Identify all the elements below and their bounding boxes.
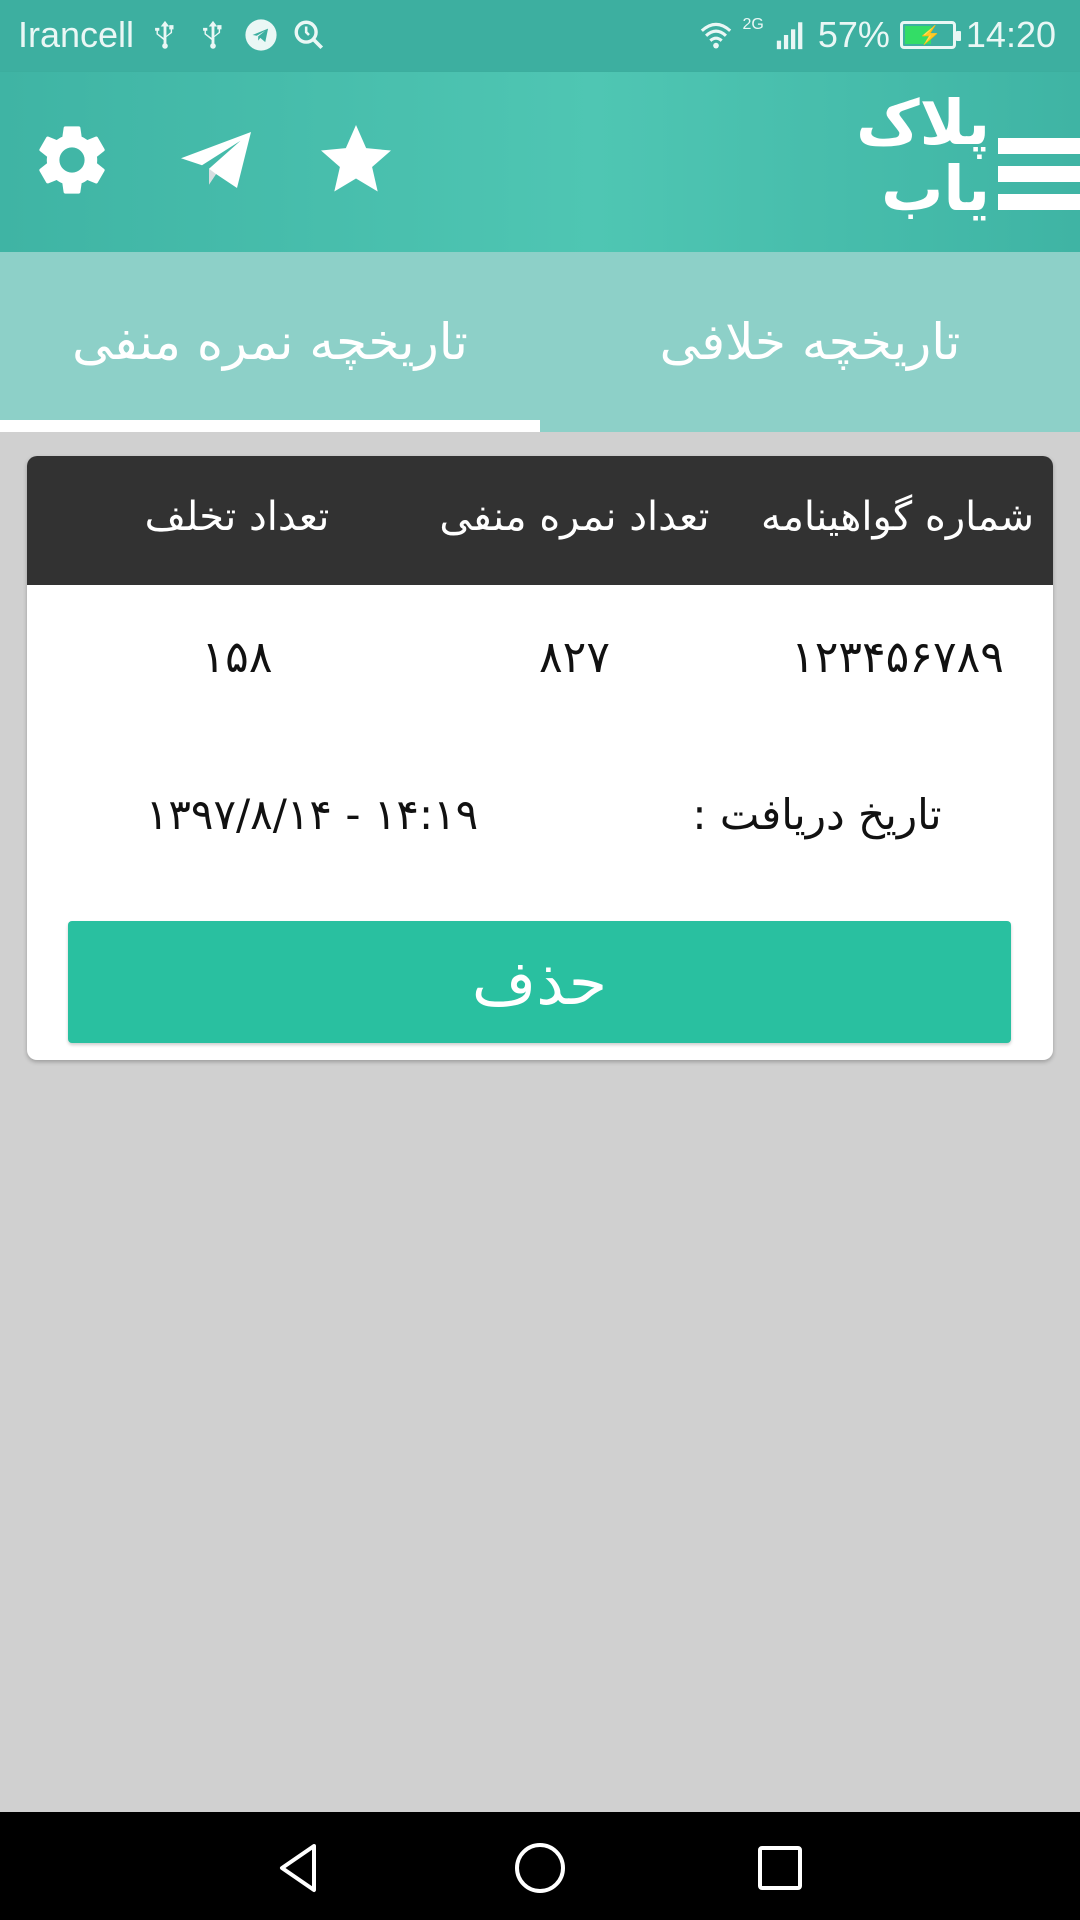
date-value: ۱۴:۱۹ - ۱۳۹۷/۸/۱۴ <box>145 790 479 839</box>
date-row: تاریخ دریافت : ۱۴:۱۹ - ۱۳۹۷/۸/۱۴ <box>27 756 1053 876</box>
network-type-label: 2G <box>742 16 764 33</box>
battery-cap <box>955 31 961 41</box>
search-icon <box>292 18 326 52</box>
battery-icon: ⚡ <box>899 21 961 49</box>
header-negative-points: تعداد نمره منفی <box>439 494 710 540</box>
status-bar-right: 2G 57% ⚡ 14:20 <box>699 14 1056 56</box>
header-license-number: شماره گواهینامه <box>761 494 1034 540</box>
hamburger-icon[interactable] <box>998 138 1080 210</box>
usb-icon <box>148 18 182 52</box>
star-icon[interactable] <box>314 118 398 202</box>
tab-label: تاریخچه خلافی <box>659 313 961 371</box>
back-icon[interactable] <box>268 1836 332 1900</box>
app-bar: پلاک یاب <box>0 72 1080 252</box>
date-label: تاریخ دریافت : <box>692 790 942 839</box>
recents-icon[interactable] <box>748 1836 812 1900</box>
status-bar-left: Irancell <box>18 14 326 56</box>
telegram-icon <box>244 18 278 52</box>
cell-violations-count: ۱۵۸ <box>201 632 273 683</box>
history-card: شماره گواهینامه تعداد نمره منفی تعداد تخ… <box>27 456 1053 1060</box>
telegram-icon[interactable] <box>174 118 258 202</box>
hamburger-line <box>998 166 1080 182</box>
carrier-label: Irancell <box>18 14 135 55</box>
tab-label: تاریخچه نمره منفی <box>72 313 468 371</box>
logo-text: پلاک یاب <box>856 86 990 225</box>
table-header: شماره گواهینامه تعداد نمره منفی تعداد تخ… <box>27 456 1053 585</box>
tab-negative-points-history[interactable]: تاریخچه نمره منفی <box>0 252 540 432</box>
clock: 14:20 <box>965 14 1056 55</box>
settings-icon[interactable] <box>30 118 114 202</box>
header-violations-count: تعداد تخلف <box>144 494 330 540</box>
signal-icon <box>774 18 808 52</box>
tab-bar: تاریخچه خلافی تاریخچه نمره منفی <box>0 252 1080 432</box>
app-logo: پلاک یاب <box>840 90 990 240</box>
tab-violation-history[interactable]: تاریخچه خلافی <box>540 252 1080 432</box>
wifi-icon <box>699 18 733 52</box>
status-bar: Irancell 2G 57% ⚡ 14:20 <box>0 0 1080 72</box>
hamburger-line <box>998 138 1080 154</box>
charging-icon: ⚡ <box>918 25 942 45</box>
table-row: ۱۲۳۴۵۶۷۸۹ ۸۲۷ ۱۵۸ <box>27 586 1053 736</box>
delete-button[interactable]: حذف <box>68 921 1011 1043</box>
cell-license-number: ۱۲۳۴۵۶۷۸۹ <box>791 632 1004 683</box>
battery-percent: 57% <box>817 14 890 55</box>
tab-selected-indicator <box>0 420 540 432</box>
navigation-bar <box>0 1812 1080 1920</box>
delete-button-label: حذف <box>471 945 608 1019</box>
cell-negative-points: ۸۲۷ <box>539 632 610 683</box>
hamburger-line <box>998 194 1080 210</box>
usb-icon <box>196 18 230 52</box>
home-icon[interactable] <box>508 1836 572 1900</box>
